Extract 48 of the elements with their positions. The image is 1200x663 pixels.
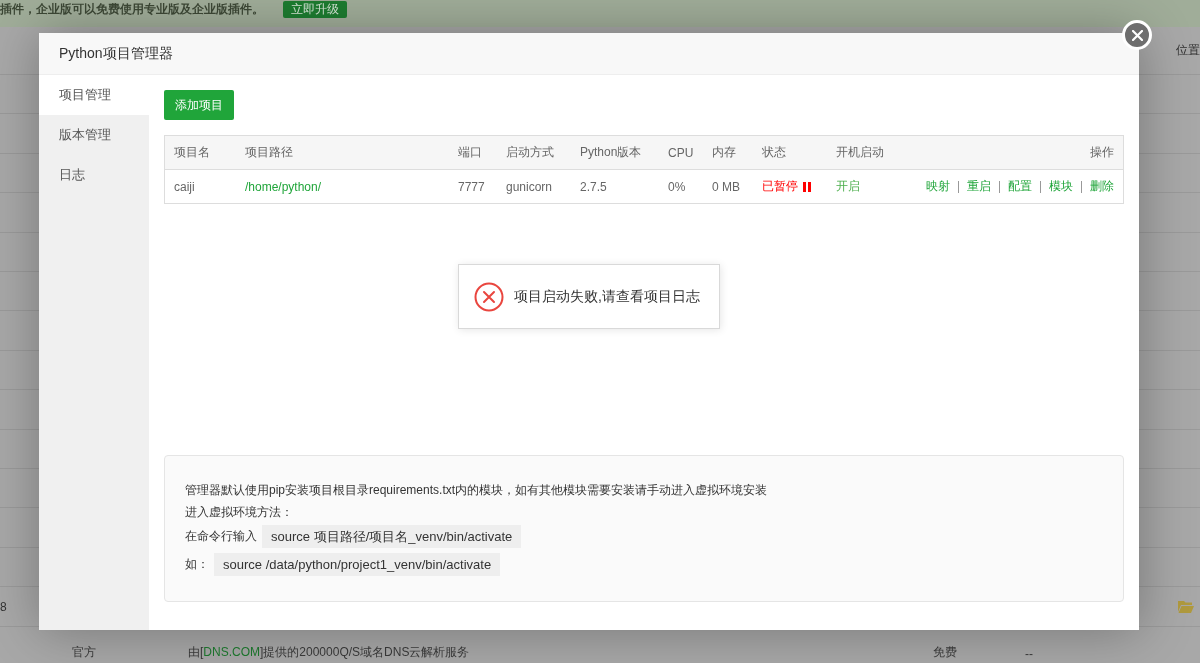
command-code: source 项目路径/项目名_venv/bin/activate [262, 525, 522, 548]
table-cell-text: 0 MB [711, 179, 741, 194]
autostart-toggle[interactable]: 开启 [827, 178, 907, 195]
action-link[interactable]: 映射 [926, 178, 950, 195]
column-header: 开机启动 [835, 144, 885, 161]
table-cell-text: -- [1025, 647, 1034, 662]
sidebar-tab[interactable]: 项目管理 [39, 75, 149, 115]
sidebar-tab[interactable]: 日志 [39, 155, 149, 195]
note-label: 在命令行输入 [185, 528, 257, 545]
pause-icon [803, 181, 811, 192]
column-header: Python版本 [579, 144, 643, 161]
note-text: 管理器默认使用pip安装项目根目录requirements.txt内的模块，如有其他模块需要安装请手动进入虚拟环境安装 [185, 482, 769, 499]
table-cell-text: 官方 [72, 644, 97, 662]
close-icon [1131, 29, 1143, 41]
table-cell-text: 0% [667, 179, 687, 194]
toast-message: 项目启动失败,请查看项目日志 [514, 287, 700, 306]
status-text[interactable]: 已暂停 [762, 178, 798, 195]
column-header: CPU [667, 145, 695, 160]
note-label: 如： [185, 556, 209, 573]
table-cell-text: 免费 [933, 644, 958, 662]
column-header: 端口 [457, 144, 483, 161]
table-cell-text: 7777 [457, 179, 486, 194]
column-header: 内存 [711, 144, 737, 161]
table-cell-text: 2.7.5 [579, 179, 608, 194]
table-cell: 8 [0, 599, 7, 614]
table-cell-text: caiji [173, 179, 196, 194]
service-description: 由[DNS.COM]提供的200000Q/S域名DNS云解析服务 [188, 644, 471, 662]
action-link[interactable]: 模块 [1049, 178, 1073, 195]
column-header: 启动方式 [505, 144, 555, 161]
table-cell-text: gunicorn [505, 179, 554, 194]
sidebar-tab[interactable]: 版本管理 [39, 115, 149, 155]
column-header: 项目路径 [244, 144, 294, 161]
error-icon [474, 281, 504, 312]
action-link[interactable]: 配置 [1008, 178, 1032, 195]
banner-text: 插件，企业版可以免费使用专业版及企业版插件。 [0, 1, 264, 18]
command-code: source /data/python/project1_venv/bin/activate [214, 553, 501, 576]
action-link[interactable]: 重启 [967, 178, 991, 195]
add-project-button[interactable]: 添加项目 [164, 90, 234, 120]
upgrade-button[interactable]: 立即升级 [283, 1, 347, 18]
column-header: 状态 [761, 144, 787, 161]
column-header: 操作 [1090, 144, 1115, 161]
action-link[interactable]: 删除 [1090, 178, 1114, 195]
path-link[interactable]: /home/python/ [236, 179, 449, 194]
column-header: 项目名 [173, 144, 211, 161]
dialog-title: Python项目管理器 [59, 44, 173, 63]
dns-link[interactable]: DNS.COM [203, 645, 260, 660]
column-header: 位置 [1176, 42, 1200, 59]
note-text: 进入虚拟环境方法： [185, 504, 294, 521]
